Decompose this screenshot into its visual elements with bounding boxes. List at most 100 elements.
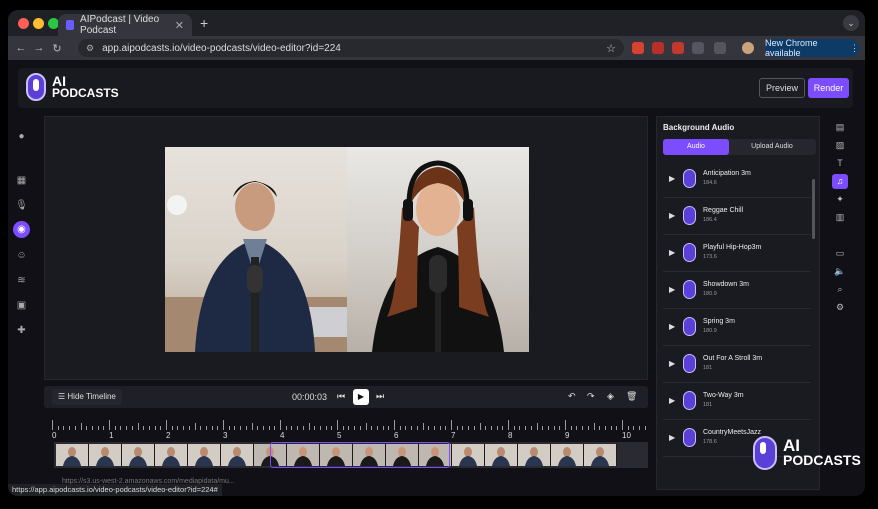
image-icon[interactable]: ▨ [832, 138, 848, 153]
play-track-icon[interactable]: ▶ [669, 285, 675, 294]
bookmark-star-icon[interactable]: ☆ [606, 42, 616, 55]
adblock-icon[interactable] [672, 42, 684, 54]
audio-track-item[interactable]: ▶ Spring 3m 180.9 [663, 309, 811, 346]
media-icon[interactable]: ▣ [13, 297, 30, 314]
close-window-button[interactable] [18, 18, 29, 29]
minimize-window-button[interactable] [33, 18, 44, 29]
delete-icon[interactable]: 🗑 [626, 391, 637, 402]
tab-audio[interactable]: Audio [663, 139, 729, 155]
ruler-tick [382, 426, 384, 430]
reload-icon[interactable]: ↻ [48, 42, 66, 55]
forward-icon[interactable]: → [30, 42, 48, 54]
play-track-icon[interactable]: ▶ [669, 322, 675, 331]
back-icon[interactable]: ← [12, 42, 30, 54]
clip-thumbnail [485, 444, 518, 466]
audio-track-item[interactable]: ▶ Reggae Chill 186.4 [663, 198, 811, 235]
ruler-tick [194, 423, 196, 430]
extension-icon[interactable] [652, 42, 664, 54]
ruler-tick [262, 426, 264, 430]
audio-track-item[interactable]: ▶ Showdown 3m 180.9 [663, 272, 811, 309]
ruler-tick [485, 426, 487, 430]
new-chrome-available-button[interactable]: New Chrome available ⋮ [765, 38, 859, 58]
audio-track-item[interactable]: ▶ Anticipation 3m 184.6 [663, 161, 811, 198]
music-icon[interactable]: ♫ [832, 174, 848, 189]
video-preview[interactable] [165, 147, 529, 352]
undo-icon[interactable]: ↶ [568, 391, 576, 402]
logo[interactable]: AI PODCASTS [26, 73, 119, 101]
plugins-puzzle-icon[interactable]: ✚ [13, 322, 30, 339]
audio-track-item[interactable]: ▶ Playful Hip-Hop3m 173.6 [663, 235, 811, 272]
podcast-icon[interactable]: ◉ [13, 221, 30, 238]
browser-tab[interactable]: AIPodcast | Video Podcast ✕ [58, 14, 192, 36]
video-stage [44, 116, 648, 380]
track-microphone-icon [683, 317, 696, 336]
ruler-tick [337, 420, 338, 430]
play-track-icon[interactable]: ▶ [669, 359, 675, 368]
ruler-tick [388, 426, 390, 430]
play-button[interactable]: ▶ [353, 389, 369, 405]
scrollbar[interactable] [812, 179, 815, 239]
film-icon[interactable]: ▥ [832, 210, 848, 225]
timeline-clip-strip[interactable] [54, 442, 648, 468]
current-time: 00:00:03 [292, 392, 328, 402]
ruler-tick [433, 426, 435, 430]
play-track-icon[interactable]: ▶ [669, 433, 675, 442]
site-info-icon[interactable]: ⚙ [86, 43, 94, 54]
ruler-tick [308, 423, 310, 430]
ruler-tick [508, 420, 509, 430]
layers-icon[interactable]: ◈ [607, 391, 614, 402]
ruler-tick [171, 426, 173, 430]
grid-icon[interactable]: ▦ [13, 172, 30, 189]
profile-avatar[interactable] [742, 42, 754, 54]
render-button[interactable]: Render [808, 78, 849, 98]
preview-button[interactable]: Preview [759, 78, 805, 98]
ruler-label: 8 [508, 431, 513, 440]
selected-clip[interactable] [270, 442, 450, 468]
ruler-tick [394, 420, 395, 430]
settings-gear-icon[interactable]: ⚙ [832, 300, 848, 315]
skip-forward-icon[interactable]: ⏭ [376, 391, 384, 402]
play-track-icon[interactable]: ▶ [669, 174, 675, 183]
microphone-icon[interactable]: 🎙 [13, 197, 30, 214]
ruler-tick [217, 426, 219, 430]
ruler-tick [205, 426, 207, 430]
layout-icon[interactable]: ▤ [832, 120, 848, 135]
ruler-tick [559, 426, 561, 430]
ruler-tick [439, 426, 441, 430]
play-track-icon[interactable]: ▶ [669, 211, 675, 220]
new-tab-button[interactable]: + [200, 15, 208, 31]
redo-icon[interactable]: ↷ [587, 391, 595, 402]
captions-icon[interactable]: ▭ [832, 246, 848, 261]
extension-icon[interactable] [692, 42, 704, 54]
tab-upload-audio[interactable]: Upload Audio [739, 139, 805, 155]
search-zoom-icon[interactable]: ⌕ [832, 282, 848, 297]
hide-timeline-button[interactable]: ☰ Hide Timeline [52, 389, 122, 405]
ruler-tick [547, 426, 549, 430]
microphone-logo-icon [26, 73, 46, 101]
address-bar[interactable]: ⚙ app.aipodcasts.io/video-podcasts/video… [78, 39, 624, 57]
users-icon[interactable]: ☺ [13, 247, 30, 264]
audio-track-item[interactable]: ▶ Out For A Stroll 3m 181 [663, 346, 811, 383]
waveform-icon[interactable]: ≋ [13, 272, 30, 289]
more-menu-icon[interactable]: ⋮ [850, 43, 859, 54]
skip-back-icon[interactable]: ⏮ [337, 391, 345, 402]
text-icon[interactable]: T [832, 156, 848, 171]
effects-icon[interactable]: ✦ [832, 192, 848, 207]
ruler-tick [399, 426, 401, 430]
ruler-label: 3 [223, 431, 228, 440]
app-logo-small-icon[interactable]: ● [13, 128, 30, 145]
timeline-ruler[interactable]: 0 1 2 3 4 5 6 7 8 9 10 [52, 416, 648, 440]
ruler-tick [525, 426, 527, 430]
close-tab-icon[interactable]: ✕ [175, 19, 184, 32]
tab-search-button[interactable]: ⌄ [843, 15, 859, 31]
play-track-icon[interactable]: ▶ [669, 248, 675, 257]
play-track-icon[interactable]: ▶ [669, 396, 675, 405]
audio-track-item[interactable]: ▶ Two-Way 3m 181 [663, 383, 811, 420]
track-meta: 184.6 [703, 180, 717, 186]
ruler-tick [565, 420, 566, 430]
extension-icon[interactable] [632, 42, 644, 54]
volume-icon[interactable]: 🔈 [832, 264, 848, 279]
extensions-puzzle-icon[interactable] [714, 42, 726, 54]
track-name: Reggae Chill [703, 207, 744, 214]
audio-tabs: Audio Upload Audio [663, 139, 816, 155]
